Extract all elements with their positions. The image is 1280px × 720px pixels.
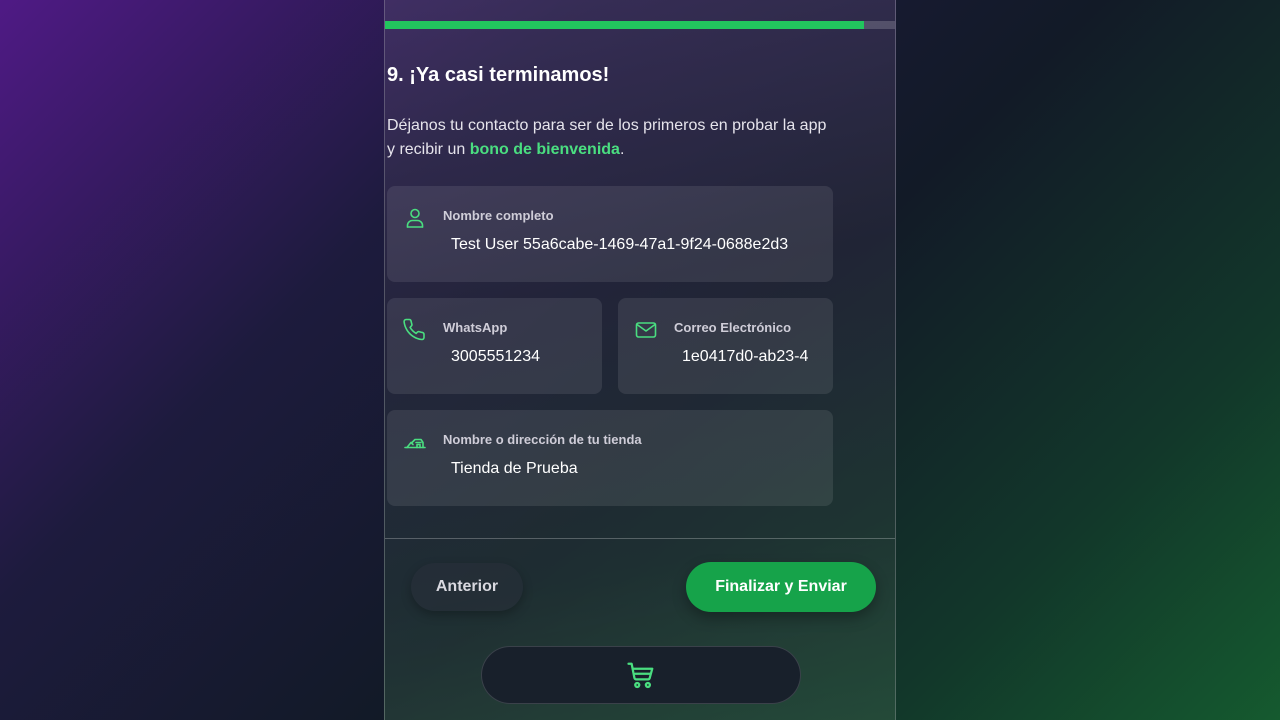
previous-button[interactable]: Anterior xyxy=(411,563,523,611)
step-intro: Déjanos tu contacto para ser de los prim… xyxy=(387,114,837,162)
finish-submit-button[interactable]: Finalizar y Enviar xyxy=(686,562,876,612)
user-icon xyxy=(403,206,427,230)
full-name-field[interactable]: Nombre completo Test User 55a6cabe-1469-… xyxy=(387,186,833,282)
store-field[interactable]: Nombre o dirección de tu tienda Tienda d… xyxy=(387,410,833,506)
progress-bar-fill xyxy=(385,21,865,29)
store-icon xyxy=(403,430,427,454)
whatsapp-field[interactable]: WhatsApp 3005551234 xyxy=(387,298,602,394)
intro-end: . xyxy=(619,141,625,158)
progress-bar xyxy=(385,21,895,29)
footer-divider xyxy=(385,538,895,539)
cart-bar[interactable] xyxy=(481,646,801,704)
whatsapp-input[interactable]: 3005551234 xyxy=(451,348,580,366)
mail-icon xyxy=(634,318,658,342)
cart-icon[interactable] xyxy=(626,660,656,690)
email-field[interactable]: Correo Electrónico 1e0417d0-ab23-4 xyxy=(618,298,833,394)
full-name-input[interactable]: Test User 55a6cabe-1469-47a1-9f24-0688e2… xyxy=(451,236,811,254)
phone-icon xyxy=(403,318,427,342)
store-label: Nombre o dirección de tu tienda xyxy=(443,432,642,447)
welcome-bonus-highlight: bono de bienvenida xyxy=(469,141,620,158)
step-title: 9. ¡Ya casi terminamos! xyxy=(387,64,610,86)
email-input[interactable]: 1e0417d0-ab23-4 xyxy=(682,348,811,366)
store-input[interactable]: Tienda de Prueba xyxy=(451,460,811,478)
email-label: Correo Electrónico xyxy=(674,320,792,335)
whatsapp-label: WhatsApp xyxy=(443,320,508,335)
full-name-label: Nombre completo xyxy=(443,208,554,223)
survey-panel: 9. ¡Ya casi terminamos! Déjanos tu conta… xyxy=(384,0,896,720)
